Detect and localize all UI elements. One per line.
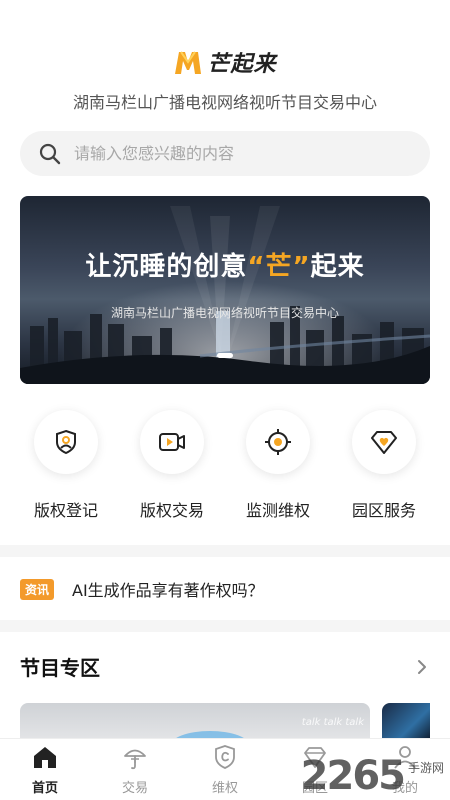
service-monitor-protect[interactable]: 监测维权 [233,410,323,521]
search-input[interactable] [74,144,394,163]
banner-title-part: 起来 [310,252,365,282]
service-label: 监测维权 [245,501,310,520]
shield-copyright-icon [215,745,235,769]
program-card-overlay-text: talk talk talk [301,717,364,728]
carousel-dot-active[interactable] [217,353,233,358]
site-watermark: 2265 手游网 [301,756,444,796]
promo-banner[interactable]: 让沉睡的创意“芒”起来 湖南马栏山广播电视网络视听节目交易中心 [20,196,430,384]
park-service-icon [371,431,397,454]
section-title: 节目专区 [20,656,100,680]
banner-title-part: 让沉睡的创意 [85,252,248,282]
service-icon-circle [246,410,310,474]
banner-title: 让沉睡的创意“芒”起来 [20,246,430,283]
home-icon [34,747,56,768]
service-park[interactable]: 园区服务 [339,410,429,521]
logo-text: 芒起来 [207,51,277,77]
service-label: 园区服务 [351,501,416,520]
program-card[interactable] [382,703,430,743]
tab-protect[interactable]: 维权 [180,739,270,800]
tab-label: 交易 [121,781,148,796]
search-icon [39,143,61,164]
monitor-target-icon [265,429,291,455]
service-label: 版权登记 [33,501,98,520]
service-icon-circle [352,410,416,474]
program-card[interactable]: talk talk talk [20,703,370,743]
program-section-header: 节目专区 [20,652,430,681]
watermark-number: 2265 [300,753,406,799]
page-subtitle: 湖南马栏山广播电视网络视听节目交易中心 [72,93,377,112]
service-icon-circle [34,410,98,474]
carousel-indicator [20,353,430,358]
trade-icon [124,749,146,770]
banner-subtitle: 湖南马栏山广播电视网络视听节目交易中心 [110,306,339,320]
tab-label: 首页 [31,781,58,796]
app-logo: 芒起来 [0,46,450,78]
news-tag-badge: 资讯 [20,578,55,600]
section-divider [0,545,450,557]
chevron-right-icon[interactable] [414,659,430,675]
search-bar[interactable] [20,131,430,176]
copyright-register-icon [56,429,76,455]
video-trade-icon [159,433,185,451]
news-headline: AI生成作品享有著作权吗？ [72,581,264,600]
service-label: 版权交易 [139,501,204,520]
watermark-text: 手游网 [407,761,444,775]
banner-title-highlight: “芒” [247,252,311,282]
service-copyright-trade[interactable]: 版权交易 [127,410,217,521]
service-copyright-register[interactable]: 版权登记 [21,410,111,521]
tab-trade[interactable]: 交易 [90,739,180,800]
tab-home[interactable]: 首页 [0,739,90,800]
section-divider [0,620,450,632]
service-icon-circle [140,410,204,474]
tab-label: 维权 [211,781,238,796]
news-item[interactable]: 资讯 AI生成作品享有著作权吗？ [0,558,450,620]
mango-logo-icon [175,51,202,74]
